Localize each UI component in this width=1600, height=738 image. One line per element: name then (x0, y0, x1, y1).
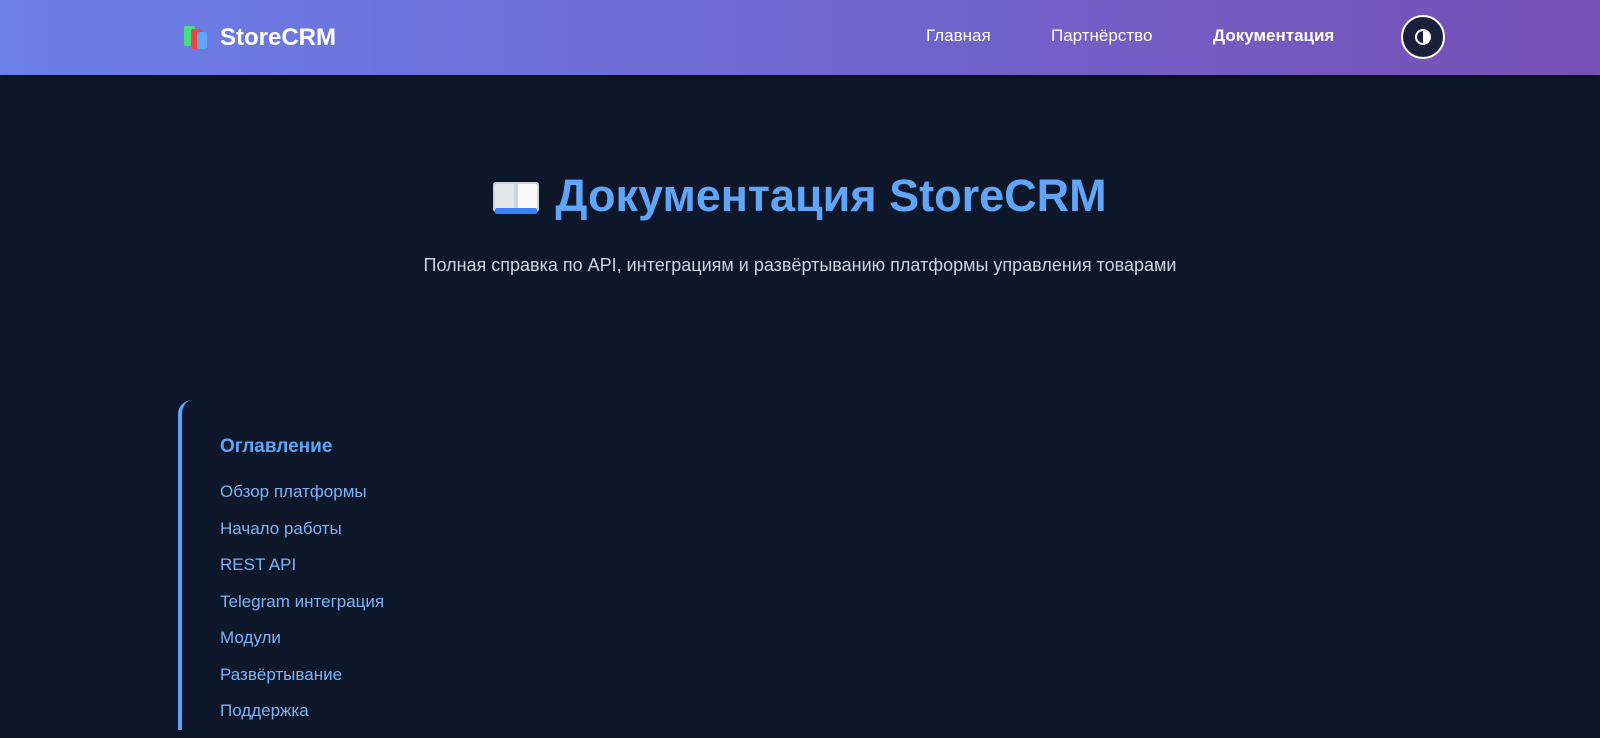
toc-item: REST API (220, 555, 384, 592)
toc-link-overview[interactable]: Обзор платформы (220, 482, 367, 501)
toc-item: Обзор платформы (220, 482, 384, 519)
toc-item: Развёртывание (220, 665, 384, 702)
page-title: Документация StoreCRM (0, 170, 1600, 222)
nav-link-home[interactable]: Главная (926, 26, 991, 46)
brand-logo-link[interactable]: StoreCRM (182, 22, 336, 54)
toc-item: Поддержка (220, 701, 384, 738)
toc-item: Начало работы (220, 519, 384, 556)
toc-link-modules[interactable]: Модули (220, 628, 281, 647)
theme-toggle-button[interactable] (1401, 15, 1445, 59)
toc-list: Обзор платформы Начало работы REST API T… (220, 482, 384, 738)
toc-link-telegram[interactable]: Telegram интеграция (220, 592, 384, 611)
half-circle-contrast-icon (1415, 29, 1431, 45)
books-icon (182, 25, 210, 51)
table-of-contents: Оглавление Обзор платформы Начало работы… (178, 400, 578, 730)
open-book-icon (493, 178, 540, 214)
toc-title: Оглавление (220, 436, 333, 457)
page-title-text: Документация StoreCRM (555, 170, 1107, 221)
toc-link-getting-started[interactable]: Начало работы (220, 519, 342, 538)
toc-item: Telegram интеграция (220, 592, 384, 629)
nav-link-partnership[interactable]: Партнёрство (1051, 26, 1152, 46)
nav-link-docs[interactable]: Документация (1213, 26, 1334, 46)
toc-link-support[interactable]: Поддержка (220, 701, 309, 720)
page-subtitle: Полная справка по API, интеграциям и раз… (423, 255, 1177, 275)
toc-link-deployment[interactable]: Развёртывание (220, 665, 342, 684)
toc-item: Модули (220, 628, 384, 665)
top-navbar: StoreCRM Главная Партнёрство Документаци… (0, 0, 1600, 75)
brand-name: StoreCRM (220, 24, 337, 51)
toc-link-rest-api[interactable]: REST API (220, 555, 296, 574)
